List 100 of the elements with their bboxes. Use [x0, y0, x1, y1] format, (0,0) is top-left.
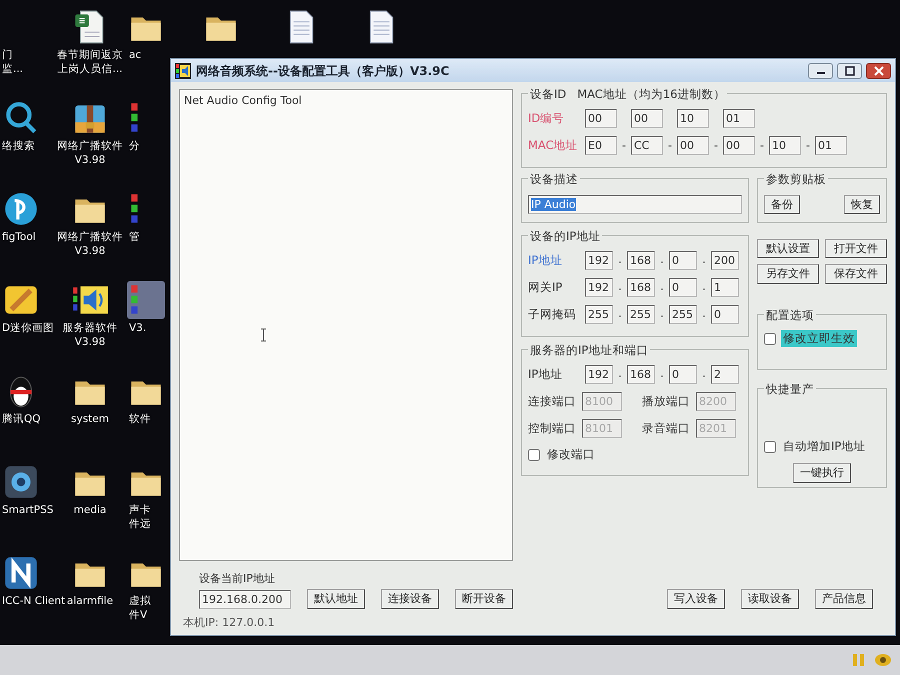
- icon-label[interactable]: 监...: [2, 62, 24, 76]
- icon-label[interactable]: 服务器软件 V3.98: [62, 322, 118, 350]
- separator: .: [617, 366, 623, 382]
- icon-label[interactable]: 声卡: [129, 504, 151, 518]
- checkbox[interactable]: [764, 332, 776, 345]
- icon-label[interactable]: ac: [129, 49, 142, 63]
- icon-label[interactable]: 分: [129, 140, 140, 154]
- hex-field[interactable]: E0: [585, 136, 617, 156]
- ip-field[interactable]: 0: [669, 250, 697, 270]
- ip-field[interactable]: 200: [711, 250, 739, 270]
- hex-field[interactable]: 10: [677, 109, 709, 128]
- separator: .: [659, 279, 665, 295]
- icon-label[interactable]: ICC-N Client: [2, 595, 66, 609]
- icon-label[interactable]: 网络广播软件 V3.98: [57, 140, 123, 168]
- field-label: 录音端口: [642, 420, 691, 437]
- tile-icon[interactable]: [2, 554, 40, 592]
- action-button[interactable]: 连接设备: [381, 589, 439, 608]
- checkbox-label: 自动增加IP地址: [782, 438, 866, 455]
- minimize-button[interactable]: [808, 62, 833, 78]
- separator: .: [617, 306, 623, 322]
- hex-field[interactable]: 00: [723, 136, 755, 156]
- ip-field[interactable]: 255: [627, 304, 655, 324]
- checkbox[interactable]: [528, 448, 540, 461]
- ip-field[interactable]: 0: [669, 278, 697, 297]
- action-button[interactable]: 产品信息: [815, 589, 873, 608]
- icon-label[interactable]: 上岗人员信...: [57, 62, 122, 76]
- file-button[interactable]: 默认设置: [757, 238, 819, 258]
- separator: .: [659, 252, 665, 268]
- separator: .: [701, 306, 707, 322]
- camera-icon[interactable]: [2, 463, 40, 501]
- icon-label[interactable]: V3.: [129, 322, 146, 336]
- icon-label[interactable]: 虚拟: [129, 595, 151, 609]
- ip-field[interactable]: 0: [711, 304, 739, 324]
- file-button[interactable]: 另存文件: [757, 264, 819, 284]
- checkbox[interactable]: [764, 440, 776, 453]
- separator: .: [701, 252, 707, 268]
- icon-label[interactable]: 春节期间返京: [57, 49, 123, 63]
- ip-field[interactable]: 0: [669, 365, 697, 384]
- field-label: 播放端口: [642, 392, 691, 410]
- ip-field[interactable]: 168: [627, 250, 655, 270]
- hex-field[interactable]: 00: [677, 136, 709, 156]
- ip-field[interactable]: 255: [585, 304, 613, 324]
- icon-label[interactable]: system: [71, 413, 109, 427]
- field-label: 控制端口: [528, 420, 577, 437]
- separator: .: [701, 279, 707, 295]
- action-button[interactable]: 写入设备: [667, 589, 725, 608]
- separator: -: [621, 138, 627, 154]
- maximize-button[interactable]: [837, 62, 862, 78]
- icon-label[interactable]: 软件: [129, 413, 151, 427]
- app-icon: [175, 62, 191, 78]
- icon-label[interactable]: 管: [129, 231, 140, 245]
- separator: .: [659, 306, 665, 322]
- ip-field[interactable]: 255: [669, 304, 697, 324]
- icon-label[interactable]: D迷你画图: [2, 322, 54, 336]
- ip-field[interactable]: 192: [585, 365, 613, 384]
- hex-field[interactable]: 00: [585, 109, 617, 128]
- log-area[interactable]: Net Audio Config Tool: [179, 89, 513, 561]
- field-label: ID编号: [528, 110, 566, 128]
- hex-field[interactable]: CC: [631, 136, 663, 156]
- eye-icon[interactable]: [874, 651, 892, 669]
- field-label: 网关IP: [528, 278, 564, 296]
- icon-label[interactable]: 腾讯QQ: [2, 413, 41, 427]
- app-icon[interactable]: [2, 190, 40, 228]
- close-button[interactable]: [866, 62, 891, 78]
- ip-field[interactable]: 192.168.0.200: [199, 590, 291, 608]
- checkbox-label: 修改立即生效: [781, 330, 857, 348]
- action-button[interactable]: 默认地址: [307, 589, 365, 608]
- icon-label[interactable]: 门: [2, 49, 13, 63]
- ip-field[interactable]: 2: [711, 365, 739, 384]
- hex-field[interactable]: 01: [815, 136, 847, 156]
- hex-field[interactable]: 10: [769, 136, 801, 156]
- field-label: IP地址: [528, 366, 564, 383]
- separator: .: [701, 366, 707, 382]
- ip-field[interactable]: 168: [627, 278, 655, 297]
- group-title: 服务器的IP地址和端口: [528, 342, 650, 359]
- icon-label[interactable]: 件V: [129, 608, 148, 622]
- icon-label[interactable]: figTool: [2, 231, 36, 245]
- icon-label[interactable]: media: [74, 504, 106, 518]
- file-button[interactable]: 保存文件: [825, 264, 887, 284]
- ip-field[interactable]: 1: [711, 278, 739, 297]
- icon-label[interactable]: SmartPSS: [2, 504, 54, 518]
- hex-field[interactable]: 01: [723, 109, 755, 128]
- clipboard-button[interactable]: 备份: [764, 194, 800, 214]
- icon-label[interactable]: 网络广播软件 V3.98: [57, 231, 123, 258]
- action-button[interactable]: 断开设备: [455, 589, 513, 608]
- ip-field[interactable]: 192: [585, 250, 613, 270]
- execute-button[interactable]: 一键执行: [793, 463, 851, 483]
- icon-label[interactable]: alarmfile: [66, 595, 114, 609]
- separator: .: [617, 279, 623, 295]
- icon-label[interactable]: 件远: [129, 518, 151, 532]
- description-field[interactable]: IP Audio: [528, 194, 742, 214]
- action-button[interactable]: 读取设备: [741, 589, 799, 608]
- hex-field[interactable]: 00: [631, 109, 663, 128]
- text-cursor-icon: [260, 328, 267, 342]
- file-button[interactable]: 打开文件: [825, 238, 887, 258]
- ip-field[interactable]: 192: [585, 278, 613, 297]
- minimize-icon: [816, 72, 824, 74]
- clipboard-button[interactable]: 恢复: [844, 194, 880, 214]
- ip-field[interactable]: 168: [627, 365, 655, 384]
- icon-label[interactable]: 络搜索: [2, 140, 35, 154]
